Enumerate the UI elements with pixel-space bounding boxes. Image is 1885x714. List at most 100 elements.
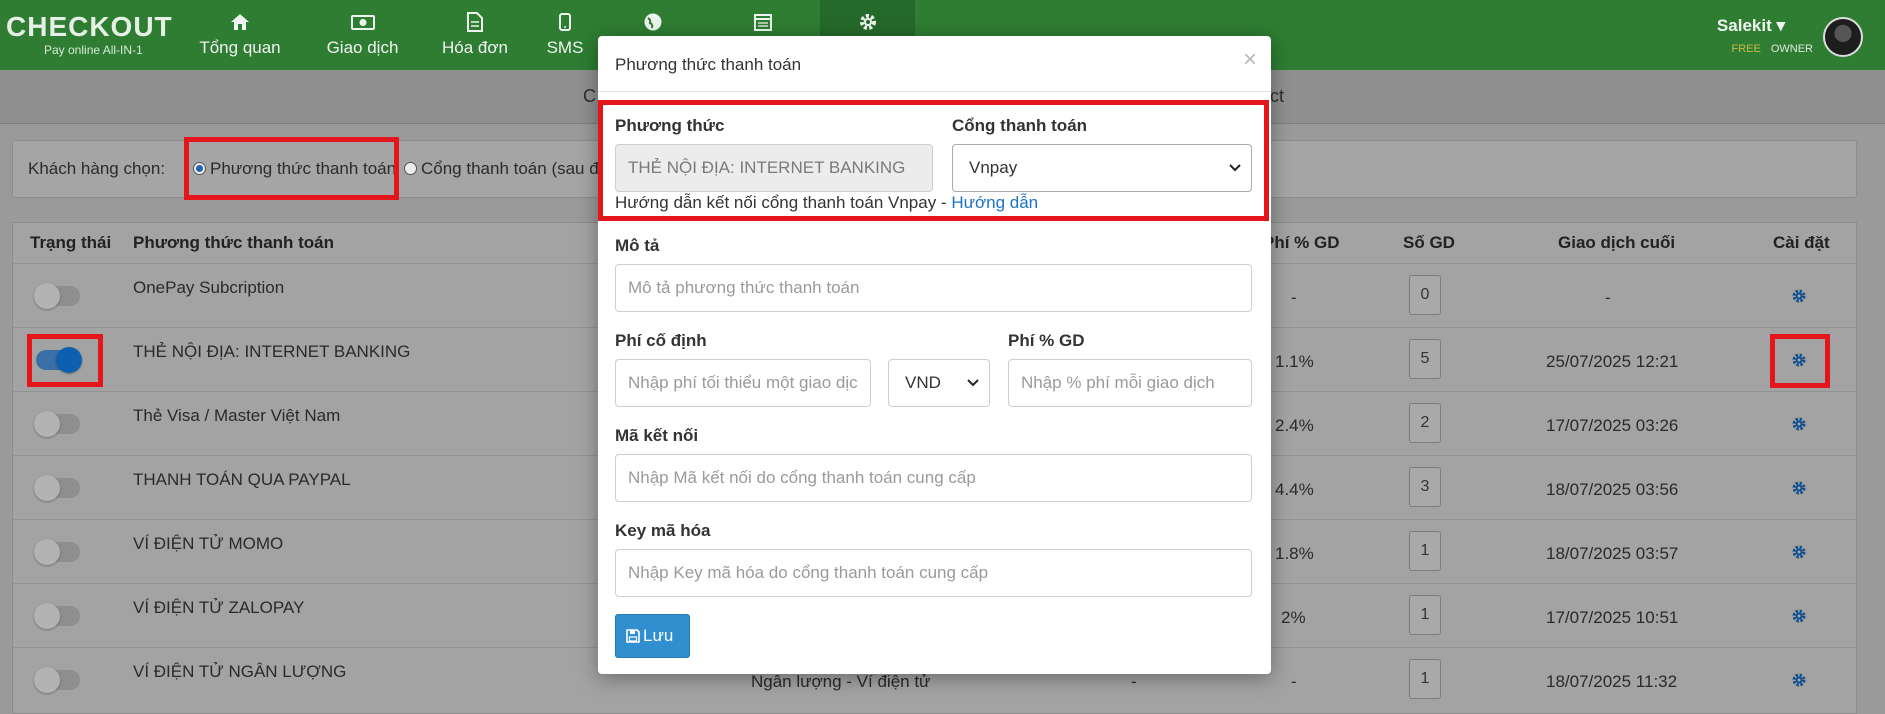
last-transaction: -	[1605, 288, 1611, 307]
transaction-count: 5	[1409, 339, 1441, 379]
last-transaction: 18/07/2025 03:56	[1546, 480, 1679, 499]
col-last-transaction: Giao dịch cuối	[1558, 233, 1676, 252]
fee-pct: 2%	[1281, 608, 1306, 627]
fee-pct: -	[1291, 672, 1297, 691]
method-name: Thẻ Visa / Master Việt Nam	[133, 406, 341, 425]
highlight-settings-gear	[1770, 334, 1830, 388]
fee-pct-label: Phí % GD	[1008, 331, 1085, 350]
logo-text: CHECKOUT	[6, 11, 173, 42]
nav-transactions[interactable]: Giao dịch	[315, 0, 410, 70]
col-method: Phương thức thanh toán	[133, 233, 335, 252]
status-toggle[interactable]	[34, 603, 80, 629]
sub-tab-fragment-right[interactable]: ct	[1270, 86, 1284, 107]
logo-tagline: Pay online All-IN-1	[44, 43, 143, 57]
settings-gear-icon[interactable]	[1791, 544, 1807, 560]
user-menu[interactable]: Salekit ▾	[1717, 16, 1785, 36]
transaction-count: 2	[1409, 403, 1441, 443]
encryption-key-input[interactable]	[615, 549, 1252, 597]
col-status: Trạng thái	[30, 233, 112, 252]
last-transaction: 17/07/2025 03:26	[1546, 416, 1679, 435]
fee-pct: 1.8%	[1275, 544, 1314, 563]
settings-gear-icon[interactable]	[1791, 416, 1807, 432]
nav-transactions-label: Giao dịch	[326, 38, 399, 57]
status-toggle[interactable]	[34, 475, 80, 501]
col-fee-pct: Phí % GD	[1263, 233, 1340, 252]
fixed-fee: -	[1131, 672, 1137, 691]
role-badge: OWNER	[1770, 43, 1813, 55]
fee-pct-input[interactable]	[1008, 359, 1252, 407]
money-icon	[315, 12, 410, 32]
modal-header: Phương thức thanh toán ×	[598, 36, 1271, 92]
col-settings: Cài đặt	[1773, 233, 1830, 252]
description-label: Mô tả	[615, 236, 660, 255]
fee-pct: -	[1291, 288, 1297, 307]
nav-sms-label: SMS	[546, 38, 584, 57]
radio-dot[interactable]	[404, 162, 417, 175]
method-name: VÍ ĐIỆN TỬ ZALOPAY	[133, 598, 305, 617]
save-button-label: Lưu	[643, 626, 674, 645]
col-count: Số GD	[1403, 233, 1455, 252]
last-transaction: 18/07/2025 11:32	[1546, 672, 1678, 691]
avatar[interactable]	[1823, 17, 1863, 57]
nav-overview-label: Tổng quan	[199, 38, 281, 57]
fee-pct: 2.4%	[1275, 416, 1314, 435]
settings-gear-icon[interactable]	[1791, 288, 1807, 304]
user-role: FREE OWNER	[1731, 43, 1813, 55]
currency-select-value: VND	[905, 373, 941, 392]
last-transaction: 18/07/2025 03:57	[1546, 544, 1679, 563]
modal-title: Phương thức thanh toán	[615, 55, 802, 74]
encryption-key-label: Key mã hóa	[615, 521, 711, 540]
chevron-down-icon	[967, 360, 979, 424]
home-icon	[190, 12, 290, 32]
customer-choice-label: Khách hàng chọn:	[28, 159, 166, 178]
document-icon	[430, 12, 520, 32]
status-toggle[interactable]	[34, 411, 80, 437]
last-transaction: 25/07/2025 12:21	[1546, 352, 1679, 371]
status-toggle[interactable]	[34, 539, 80, 565]
radio-payment-gateway[interactable]: Cổng thanh toán (sau đó	[404, 159, 608, 179]
nav-invoices[interactable]: Hóa đơn	[430, 0, 520, 70]
transaction-count: 1	[1409, 595, 1441, 635]
plan-badge: FREE	[1731, 43, 1761, 55]
connection-code-input[interactable]	[615, 454, 1252, 502]
settings-gear-icon[interactable]	[1791, 608, 1807, 624]
globe-icon	[620, 12, 685, 32]
transaction-count: 0	[1409, 275, 1441, 315]
logo[interactable]: CHECKOUT Pay online All-IN-1	[6, 11, 173, 58]
fee-pct: 1.1%	[1275, 352, 1314, 371]
highlight-toggle	[27, 334, 103, 387]
method-name: THẺ NỘI ĐỊA: INTERNET BANKING	[133, 342, 411, 361]
connection-code-label: Mã kết nối	[615, 426, 699, 445]
phone-icon	[535, 12, 595, 32]
gear-icon	[820, 12, 915, 32]
fixed-fee-input[interactable]	[615, 359, 871, 407]
settings-gear-icon[interactable]	[1791, 672, 1807, 688]
fee-pct: 4.4%	[1275, 480, 1314, 499]
transaction-count: 3	[1409, 467, 1441, 507]
method-name: VÍ ĐIỆN TỬ MOMO	[133, 534, 284, 553]
fixed-fee-label: Phí cố định	[615, 331, 707, 350]
sub-tab-fragment-left[interactable]: C	[583, 86, 596, 107]
nav-overview[interactable]: Tổng quan	[190, 0, 290, 70]
settings-gear-icon[interactable]	[1791, 480, 1807, 496]
status-toggle[interactable]	[34, 283, 80, 309]
close-icon[interactable]: ×	[1243, 48, 1257, 72]
transaction-count: 1	[1409, 659, 1441, 699]
status-toggle[interactable]	[34, 667, 80, 693]
transaction-count: 1	[1409, 531, 1441, 571]
nav-sms[interactable]: SMS	[535, 0, 595, 70]
currency-select[interactable]: VND	[888, 359, 990, 407]
last-transaction: 17/07/2025 10:51	[1546, 608, 1679, 627]
description-input[interactable]	[615, 264, 1252, 312]
nav-invoices-label: Hóa đơn	[442, 38, 508, 57]
radio-payment-gateway-label: Cổng thanh toán (sau đó	[421, 159, 609, 178]
highlight-method-gateway	[598, 100, 1269, 221]
gateway-name: Ngân lượng - Ví điện tử	[751, 672, 931, 691]
floppy-icon	[626, 629, 640, 643]
method-name: THANH TOÁN QUA PAYPAL	[133, 470, 351, 489]
method-name: OnePay Subcription	[133, 278, 285, 297]
save-button[interactable]: Lưu	[615, 614, 690, 658]
highlight-radio-option	[184, 137, 399, 200]
method-name: VÍ ĐIỆN TỬ NGÂN LƯỢNG	[133, 662, 347, 681]
calendar-icon	[730, 12, 795, 32]
